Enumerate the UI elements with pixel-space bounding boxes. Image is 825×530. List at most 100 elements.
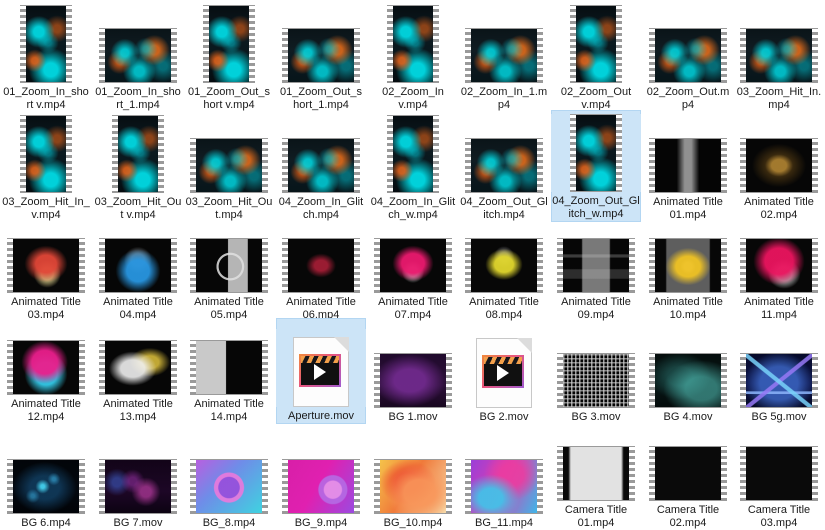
file-thumbnail [643, 424, 733, 501]
file-item[interactable]: Animated Title 12.mp4 [1, 318, 91, 424]
video-preview-frame [196, 139, 262, 192]
film-perforation-right-icon [354, 29, 360, 82]
file-item[interactable]: Animated Title 10.mp4 [643, 222, 733, 322]
file-item[interactable]: 03_Zoom_Hit_Out.mp4 [184, 110, 274, 222]
file-item[interactable]: 04_Zoom_In_Glitch.mp4 [276, 110, 366, 222]
file-thumbnail [184, 436, 274, 514]
film-perforation-right-icon [537, 139, 543, 192]
video-preview-frame [196, 460, 262, 513]
file-item[interactable]: 01_Zoom_Out_short_1.mp4 [276, 0, 366, 112]
file-item[interactable]: 01_Zoom_In_short_1.mp4 [93, 0, 183, 112]
file-icon-grid[interactable]: 01_Zoom_In_short v.mp4 01_Zoom_In_short_1… [0, 0, 825, 530]
file-thumbnail [734, 222, 824, 293]
file-item[interactable]: 01_Zoom_Out_short v.mp4 [184, 0, 274, 112]
film-perforation-right-icon [262, 341, 268, 394]
file-thumbnail [551, 424, 641, 501]
film-perforation-right-icon [812, 139, 818, 192]
file-item[interactable]: 04_Zoom_Out_Glitch_w.mp4 [551, 110, 641, 222]
file-item[interactable]: Animated Title 09.mp4 [551, 222, 641, 322]
file-item[interactable]: 02_Zoom_Out.mp4 [643, 0, 733, 112]
file-name-label: 02_Zoom_In_1.mp4 [460, 86, 548, 111]
film-perforation-right-icon [616, 115, 622, 191]
film-perforation-left-icon [190, 460, 196, 513]
file-item[interactable]: Camera Title 02.mp4 [643, 424, 733, 530]
file-item[interactable]: 04_Zoom_Out_Glitch.mp4 [459, 110, 549, 222]
play-badge-icon [482, 355, 524, 388]
film-perforation-left-icon [387, 6, 393, 82]
film-strip-icon [20, 5, 72, 83]
file-name-label: 01_Zoom_In_short v.mp4 [3, 86, 89, 111]
film-perforation-right-icon [721, 139, 727, 192]
file-item[interactable]: Animated Title 04.mp4 [93, 222, 183, 322]
film-perforation-left-icon [7, 239, 13, 292]
file-item[interactable]: BG_11.mp4 [459, 424, 549, 530]
video-preview-frame [288, 29, 354, 82]
file-thumbnail [276, 222, 366, 293]
film-perforation-right-icon [79, 460, 85, 513]
film-strip-icon [374, 459, 452, 514]
file-item[interactable]: Animated Title 07.mp4 [368, 222, 458, 322]
video-preview-frame [746, 29, 812, 82]
file-thumbnail [459, 330, 549, 408]
file-item[interactable]: BG 6.mp4 [1, 424, 91, 530]
file-name-label: BG_11.mp4 [475, 517, 533, 529]
file-item[interactable]: Aperture.mov [276, 318, 366, 424]
film-strip-icon [99, 238, 177, 293]
file-item[interactable]: Animated Title 01.mp4 [643, 110, 733, 222]
file-name-label: BG_10.mp4 [383, 517, 443, 529]
film-perforation-left-icon [740, 447, 746, 500]
video-preview-frame [576, 115, 616, 191]
clapperboard-stripe-icon [484, 357, 522, 364]
file-thumbnail [734, 424, 824, 501]
video-preview-frame [471, 239, 537, 292]
film-perforation-left-icon [190, 239, 196, 292]
file-item[interactable]: 04_Zoom_In_Glitch_w.mp4 [368, 110, 458, 222]
file-item[interactable]: Animated Title 08.mp4 [459, 222, 549, 322]
play-badge-icon [299, 354, 341, 387]
file-item[interactable]: BG_8.mp4 [184, 424, 274, 530]
file-item[interactable]: Animated Title 11.mp4 [734, 222, 824, 322]
file-item[interactable]: Animated Title 13.mp4 [93, 318, 183, 424]
file-item[interactable]: 03_Zoom_Hit_In.mp4 [734, 0, 824, 112]
file-item[interactable]: 02_Zoom_In_1.mp4 [459, 0, 549, 112]
file-item[interactable]: BG_9.mp4 [276, 424, 366, 530]
file-name-label: BG 5g.mov [751, 411, 807, 423]
file-item[interactable]: BG 2.mov [459, 318, 549, 424]
file-thumbnail [184, 318, 274, 395]
file-item[interactable]: 02_Zoom_In v.mp4 [368, 0, 458, 112]
file-item[interactable]: Animated Title 02.mp4 [734, 110, 824, 222]
video-preview-frame [105, 29, 171, 82]
file-name-label: Camera Title 01.mp4 [564, 504, 628, 529]
file-name-label: 01_Zoom_In_short_1.mp4 [95, 86, 181, 111]
file-item[interactable]: BG 7.mov [93, 424, 183, 530]
file-item[interactable]: 03_Zoom_Hit_Out v.mp4 [93, 110, 183, 222]
film-perforation-left-icon [649, 239, 655, 292]
file-thumbnail [734, 330, 824, 408]
film-perforation-right-icon [79, 239, 85, 292]
file-item[interactable]: BG 4.mov [643, 318, 733, 424]
file-item[interactable]: Animated Title 06.mp4 [276, 222, 366, 322]
file-name-label: 04_Zoom_In_Glitch_w.mp4 [370, 196, 456, 221]
file-item[interactable]: Camera Title 01.mp4 [551, 424, 641, 530]
file-item[interactable]: 01_Zoom_In_short v.mp4 [1, 0, 91, 112]
file-item[interactable]: BG 5g.mov [734, 318, 824, 424]
file-item[interactable]: BG 3.mov [551, 318, 641, 424]
video-preview-frame [655, 239, 721, 292]
file-item[interactable]: BG_10.mp4 [368, 424, 458, 530]
file-thumbnail [276, 329, 366, 407]
film-strip-icon [649, 353, 727, 408]
film-perforation-left-icon [465, 139, 471, 192]
film-strip-icon [465, 28, 543, 83]
file-item[interactable]: BG 1.mov [368, 318, 458, 424]
film-perforation-right-icon [812, 29, 818, 82]
file-item[interactable]: Camera Title 03.mp4 [734, 424, 824, 530]
file-item[interactable]: Animated Title 05.mp4 [184, 222, 274, 322]
film-perforation-left-icon [99, 29, 105, 82]
film-strip-icon [190, 340, 268, 395]
file-item[interactable]: Animated Title 03.mp4 [1, 222, 91, 322]
video-preview-frame [288, 239, 354, 292]
file-item[interactable]: 03_Zoom_Hit_In_v.mp4 [1, 110, 91, 222]
file-item[interactable]: Animated Title 14.mp4 [184, 318, 274, 424]
file-item[interactable]: 02_Zoom_Out v.mp4 [551, 0, 641, 112]
film-perforation-left-icon [374, 460, 380, 513]
